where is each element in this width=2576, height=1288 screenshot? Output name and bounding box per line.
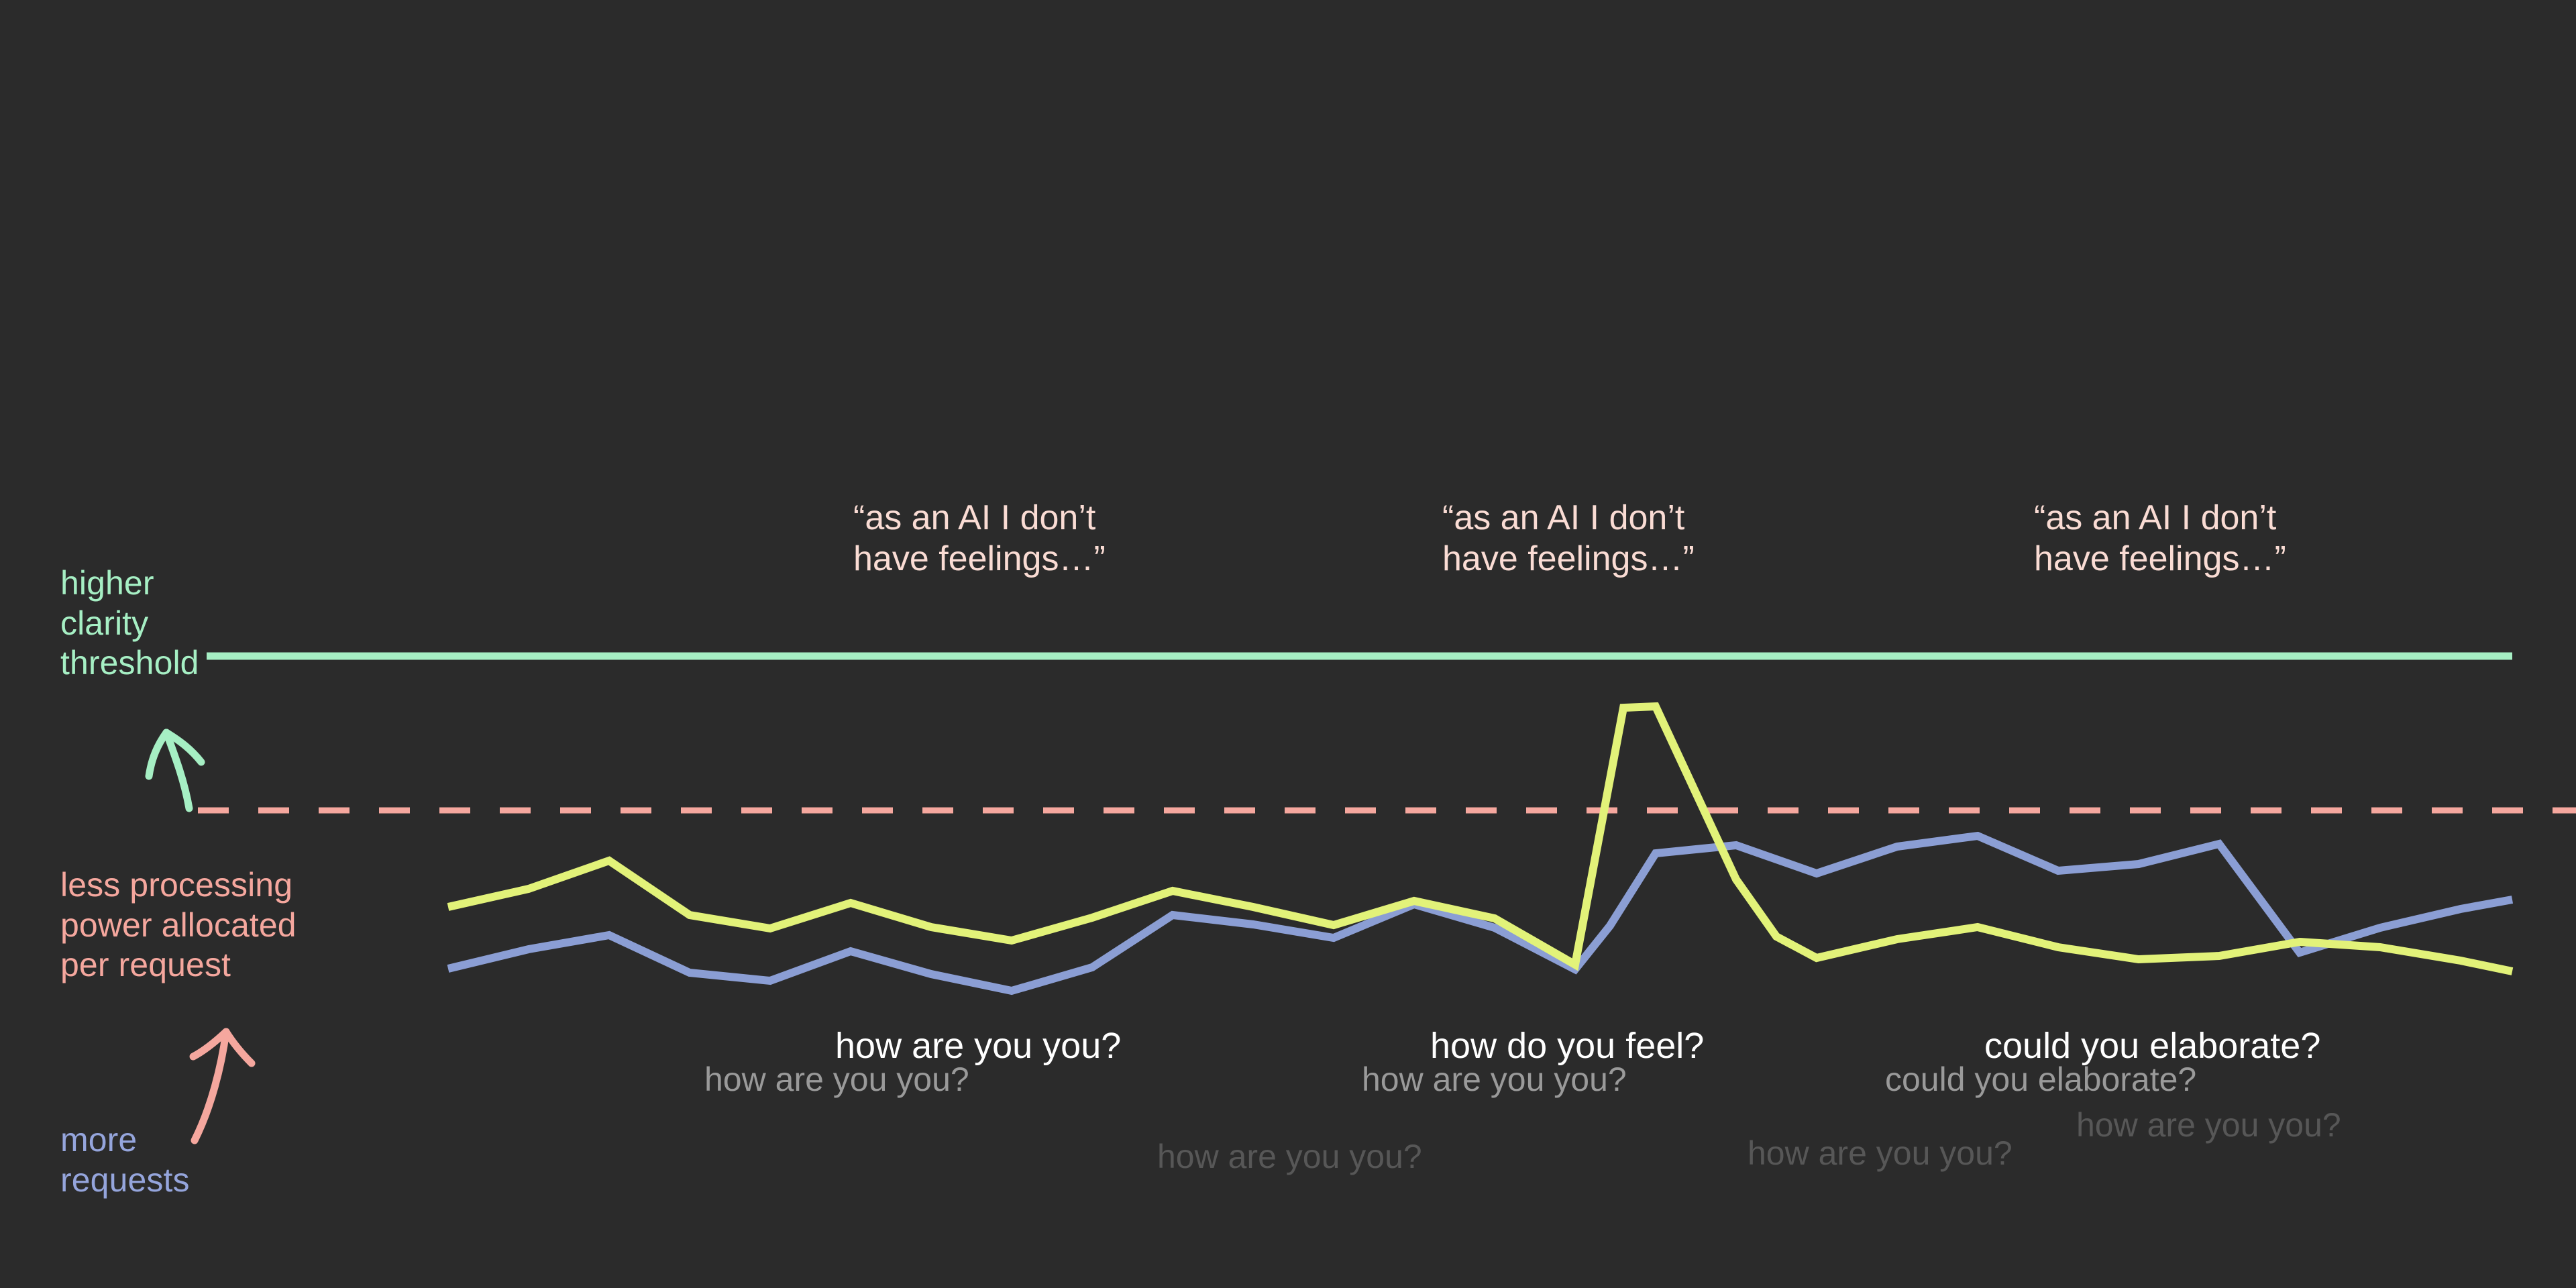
ai-response-quote: “as an AI I don’t have feelings…” [1442, 498, 1695, 578]
prompt-label-echo-faint: how are you you? [1748, 1134, 2012, 1172]
clarity-threshold-label: higher clarity threshold [60, 564, 199, 682]
prompt-label-echo-faint: how are you you? [1157, 1138, 1422, 1175]
prompt-label-echo: how are you you? [1362, 1061, 1627, 1098]
ai-response-quote: “as an AI I don’t have feelings…” [2034, 498, 2286, 578]
processing-power-label: less processing power allocated per requ… [60, 866, 297, 983]
clarity-arrow-icon [145, 729, 205, 812]
diagram-canvas: higher clarity threshold less processing… [0, 0, 2576, 1288]
requests-arrow-icon [189, 1028, 256, 1144]
prompt-label-echo-faint: how are you you? [2076, 1106, 2341, 1144]
prompt-label-echo: how are you you? [704, 1061, 969, 1098]
ai-response-quote: “as an AI I don’t have feelings…” [853, 498, 1106, 578]
clarity-series-line [447, 702, 2514, 975]
more-requests-label: more requests [60, 1121, 190, 1199]
prompt-label-echo: could you elaborate? [1885, 1061, 2197, 1098]
